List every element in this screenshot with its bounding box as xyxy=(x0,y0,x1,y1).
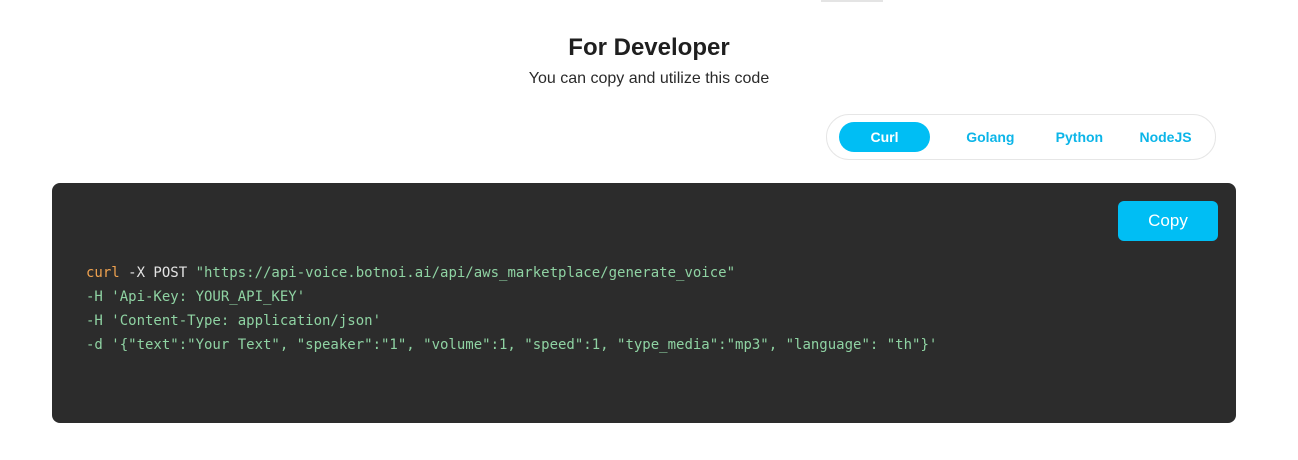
code-line-2: -H 'Api-Key: YOUR_API_KEY' xyxy=(86,289,306,305)
code-snippet[interactable]: curl -X POST "https://api-voice.botnoi.a… xyxy=(86,261,937,357)
code-url: "https://api-voice.botnoi.ai/api/aws_mar… xyxy=(195,265,736,281)
copy-button[interactable]: Copy xyxy=(1118,201,1218,241)
code-panel: Copy curl -X POST "https://api-voice.bot… xyxy=(52,183,1236,423)
code-line-4: -d '{"text":"Your Text", "speaker":"1", … xyxy=(86,337,938,353)
tab-nodejs[interactable]: NodeJS xyxy=(1116,122,1215,152)
code-line-1: curl -X POST "https://api-voice.botnoi.a… xyxy=(86,261,937,285)
top-divider xyxy=(821,0,883,2)
code-line-3: -H 'Content-Type: application/json' xyxy=(86,313,382,329)
code-command: curl xyxy=(86,265,120,281)
code-method-flag: -X POST xyxy=(119,265,196,281)
tab-curl[interactable]: Curl xyxy=(839,122,931,152)
tab-golang[interactable]: Golang xyxy=(930,122,1051,152)
section-title: For Developer xyxy=(568,34,730,61)
language-tab-bar: Curl Golang Python NodeJS xyxy=(826,114,1216,160)
tab-python[interactable]: Python xyxy=(1051,122,1108,152)
section-subtitle: You can copy and utilize this code xyxy=(528,70,770,87)
